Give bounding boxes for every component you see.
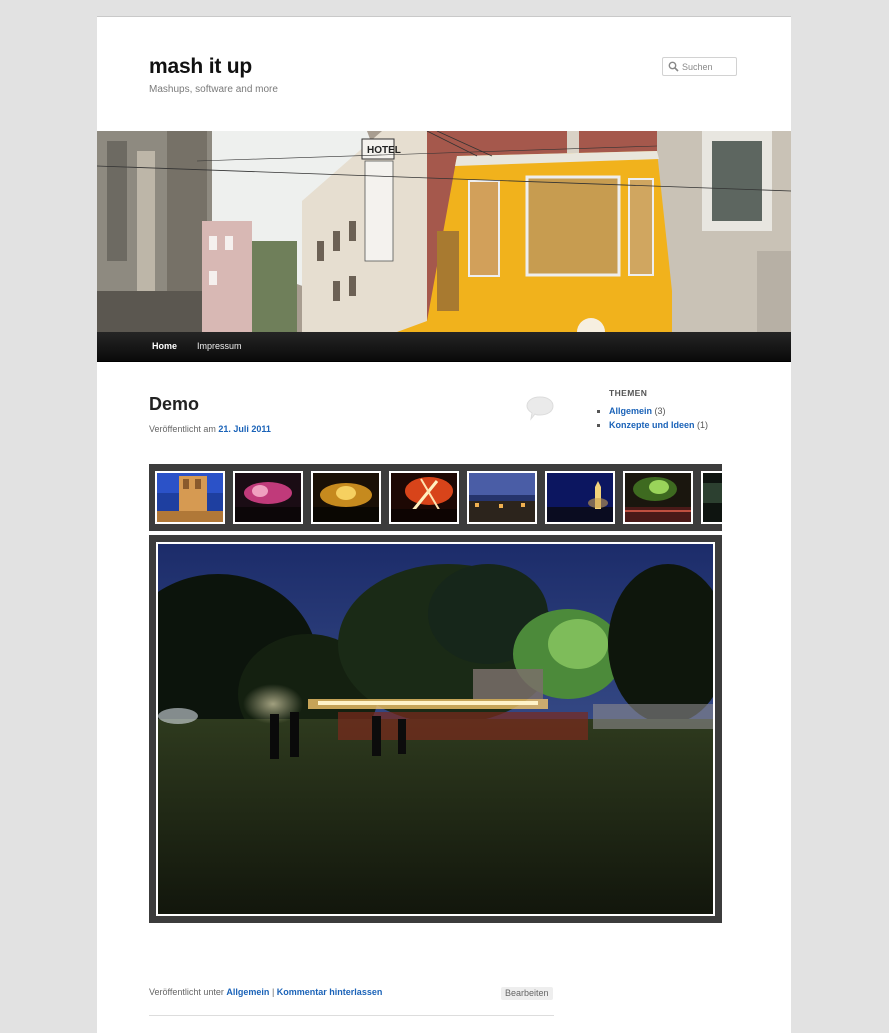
header-image[interactable]: HOTEL xyxy=(97,131,791,332)
gallery-main-image[interactable] xyxy=(156,542,715,916)
category-item: Konzepte und Ideen (1) xyxy=(609,419,708,433)
main-navigation: Home Impressum xyxy=(97,332,791,362)
leave-comment-link[interactable]: Kommentar hinterlassen xyxy=(277,987,383,997)
post-meta: Veröffentlicht am 21. Juli 2011 xyxy=(149,424,271,434)
search-box[interactable] xyxy=(662,57,737,76)
post-footer-meta: Veröffentlicht unter Allgemein | Komment… xyxy=(149,987,382,997)
category-list: Allgemein (3) Konzepte und Ideen (1) xyxy=(597,405,708,433)
search-icon xyxy=(668,61,679,72)
footer-separator: | xyxy=(271,987,275,997)
footer-prefix: Veröffentlicht unter xyxy=(149,987,224,997)
nav-item-home[interactable]: Home xyxy=(152,341,177,351)
comment-bubble-icon[interactable] xyxy=(525,395,555,421)
category-link[interactable]: Allgemein xyxy=(226,987,269,997)
category-count: (1) xyxy=(697,420,709,430)
gallery-main-frame xyxy=(149,535,722,923)
gallery-thumbnail-partial[interactable] xyxy=(701,471,722,524)
gallery-thumbnail-concert-yellow[interactable] xyxy=(311,471,381,524)
gallery-thumbnail-park-green[interactable] xyxy=(623,471,693,524)
post-title[interactable]: Demo xyxy=(149,394,199,415)
category-link-allgemein[interactable]: Allgemein xyxy=(609,406,652,416)
published-date-link[interactable]: 21. Juli 2011 xyxy=(218,424,271,434)
page: mash it up Mashups, software and more Su… xyxy=(97,16,791,1033)
site-description: Mashups, software and more xyxy=(149,84,278,95)
published-prefix: Veröffentlicht am xyxy=(149,424,216,434)
nav-item-impressum[interactable]: Impressum xyxy=(197,341,242,351)
gallery-thumbnail-church[interactable] xyxy=(155,471,225,524)
gallery-thumbnail-concert-pink[interactable] xyxy=(233,471,303,524)
gallery-thumbnail-strip xyxy=(149,464,722,531)
site-title[interactable]: mash it up xyxy=(149,55,252,79)
category-link-konzepte[interactable]: Konzepte und Ideen xyxy=(609,420,695,430)
sidebar-title: THEMEN xyxy=(609,388,648,398)
edit-button[interactable]: Bearbeiten xyxy=(501,987,553,1000)
category-count: (3) xyxy=(654,406,666,416)
gallery-thumbnail-town-dusk[interactable] xyxy=(467,471,537,524)
divider xyxy=(149,1015,554,1016)
category-item: Allgemein (3) xyxy=(609,405,708,419)
gallery-thumbnail-tower-night[interactable] xyxy=(545,471,615,524)
gallery-thumbnail-concert-red[interactable] xyxy=(389,471,459,524)
search-input[interactable] xyxy=(682,59,734,74)
